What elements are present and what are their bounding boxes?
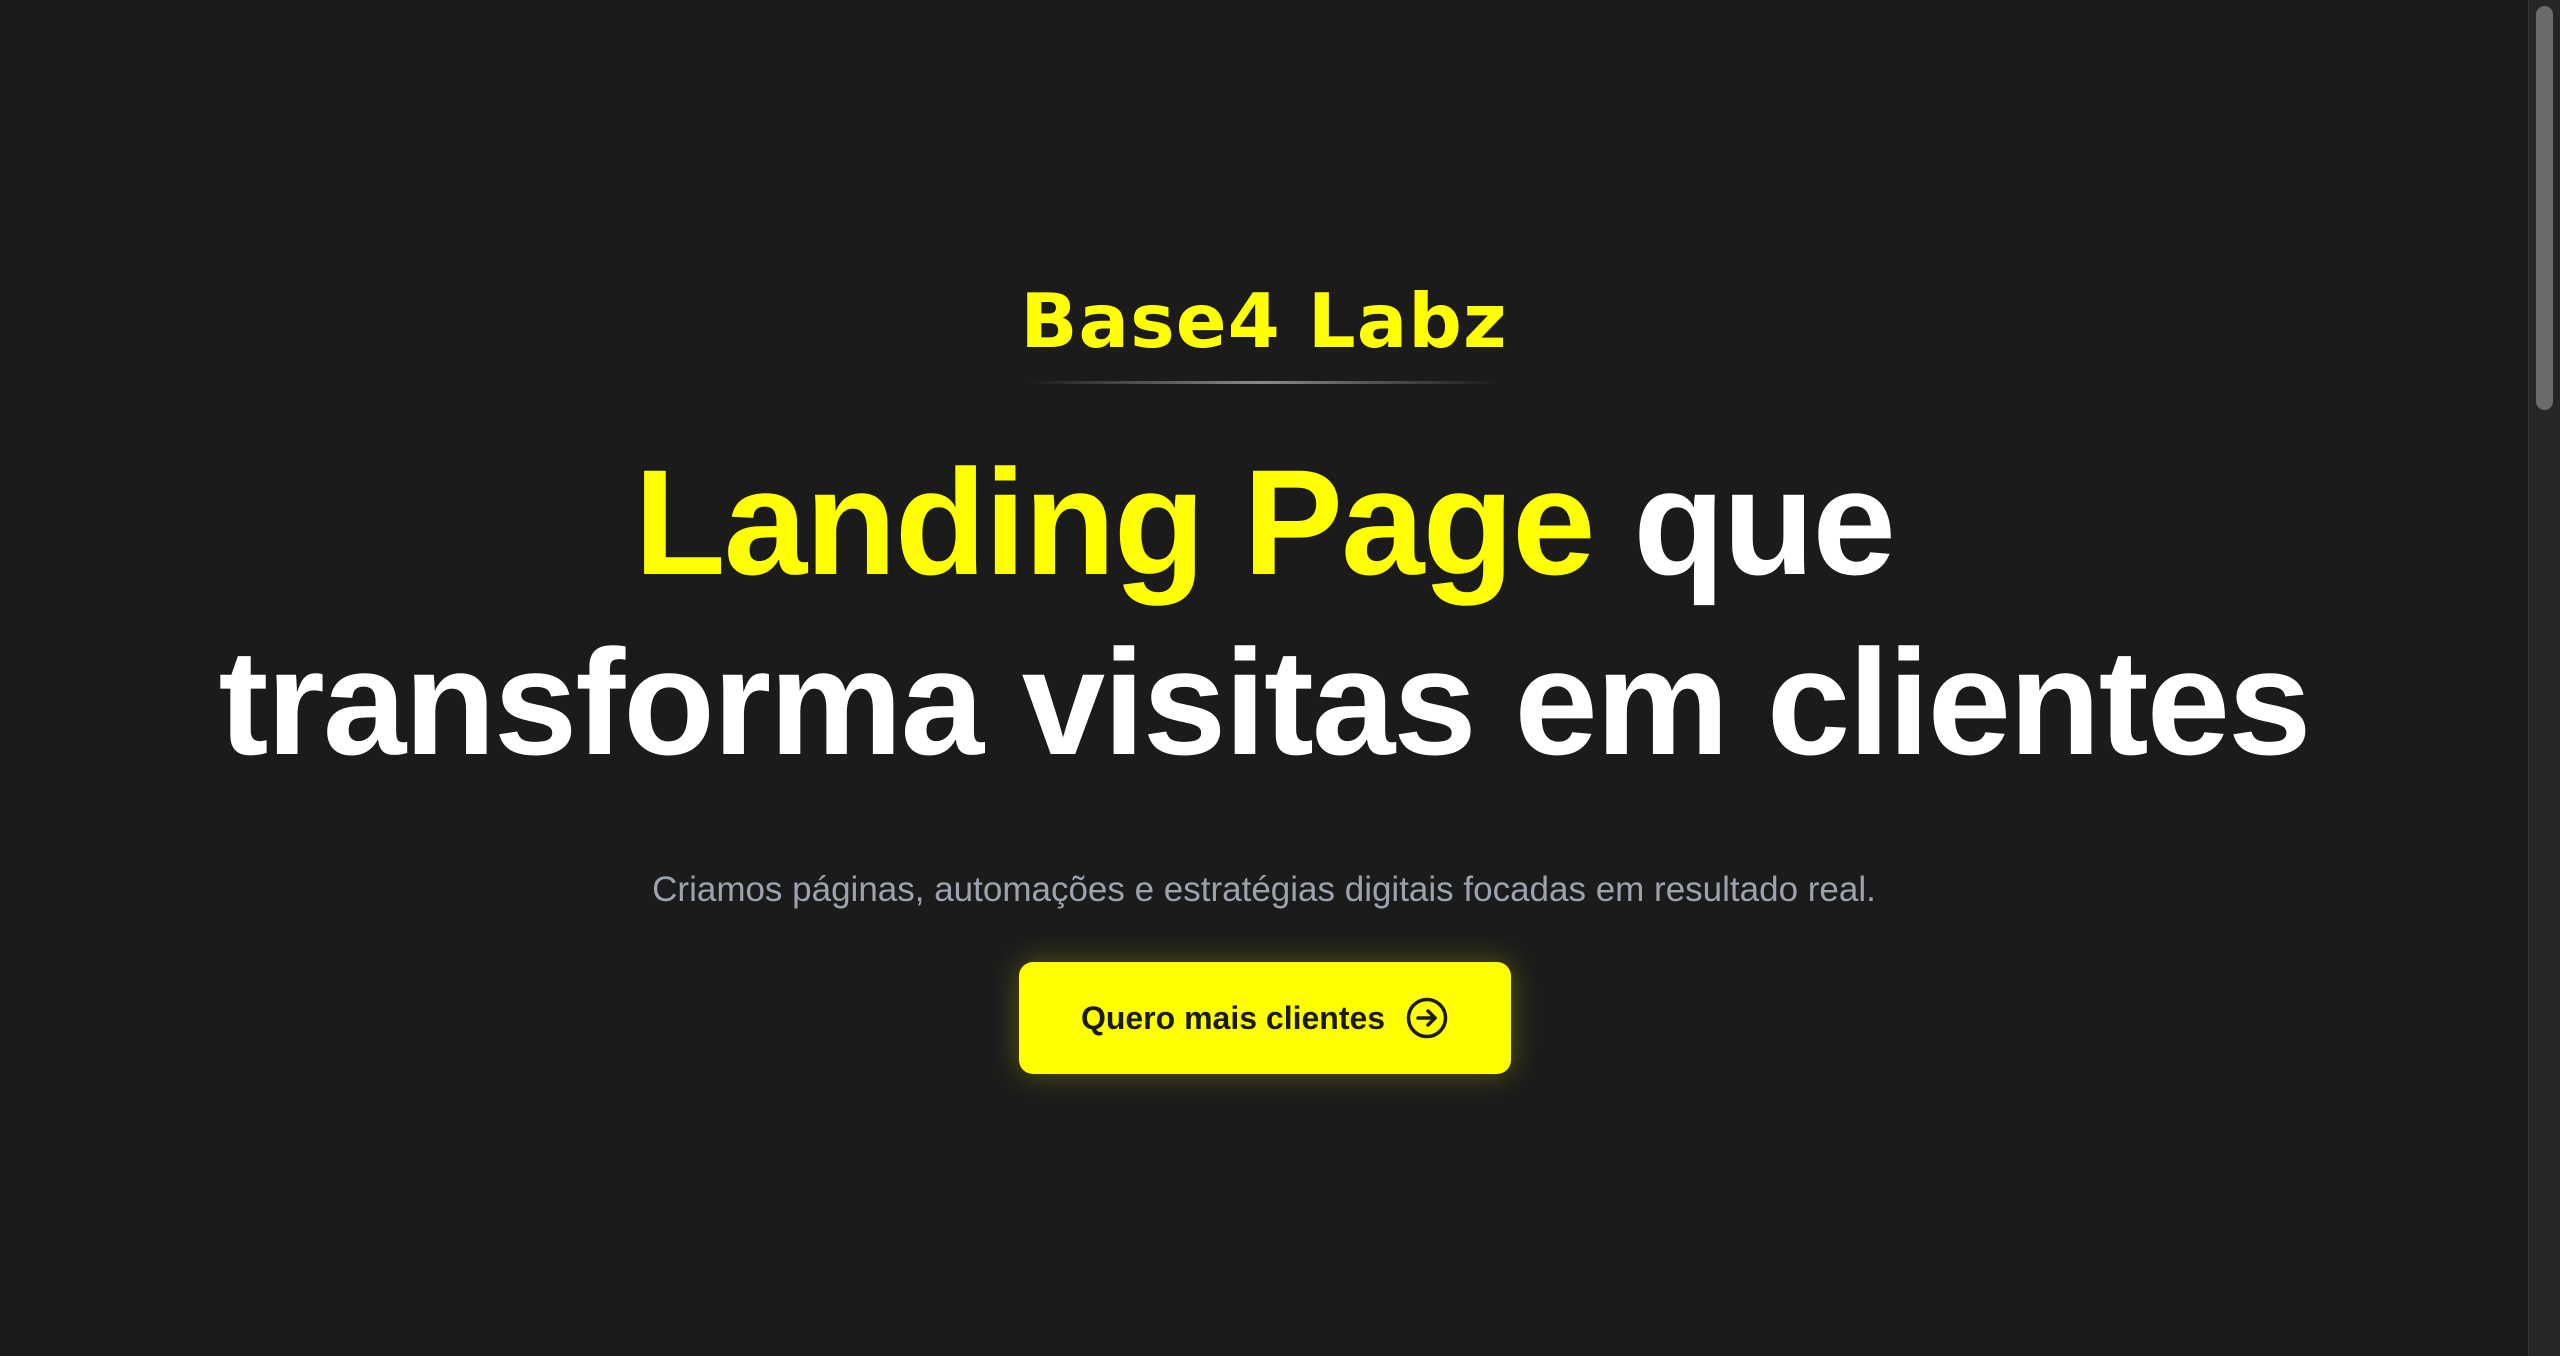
- headline-rest: que: [1633, 438, 1896, 606]
- logo-divider: [1026, 381, 1496, 384]
- landing-page: Base4 Labz Landing Page que transforma v…: [0, 0, 2560, 1356]
- hero-headline: Landing Page que transforma visitas em c…: [0, 432, 2528, 792]
- brand-logo[interactable]: Base4 Labz: [0, 273, 2528, 369]
- scrollbar-thumb[interactable]: [2536, 6, 2553, 410]
- cta-button-label: Quero mais clientes: [1080, 999, 1386, 1036]
- headline-line-1: Landing Page que: [0, 432, 2528, 612]
- headline-line-2: transforma visitas em clientes: [218, 618, 2312, 786]
- cta-button[interactable]: Quero mais clientes: [1019, 962, 1511, 1074]
- vertical-scrollbar[interactable]: [2528, 0, 2560, 1356]
- arrow-right-circle-icon: [1405, 996, 1449, 1040]
- hero-subtitle: Criamos páginas, automações e estratégia…: [652, 870, 1876, 909]
- headline-accent: Landing Page: [634, 438, 1595, 606]
- hero-section: Base4 Labz Landing Page que transforma v…: [0, 0, 2528, 1356]
